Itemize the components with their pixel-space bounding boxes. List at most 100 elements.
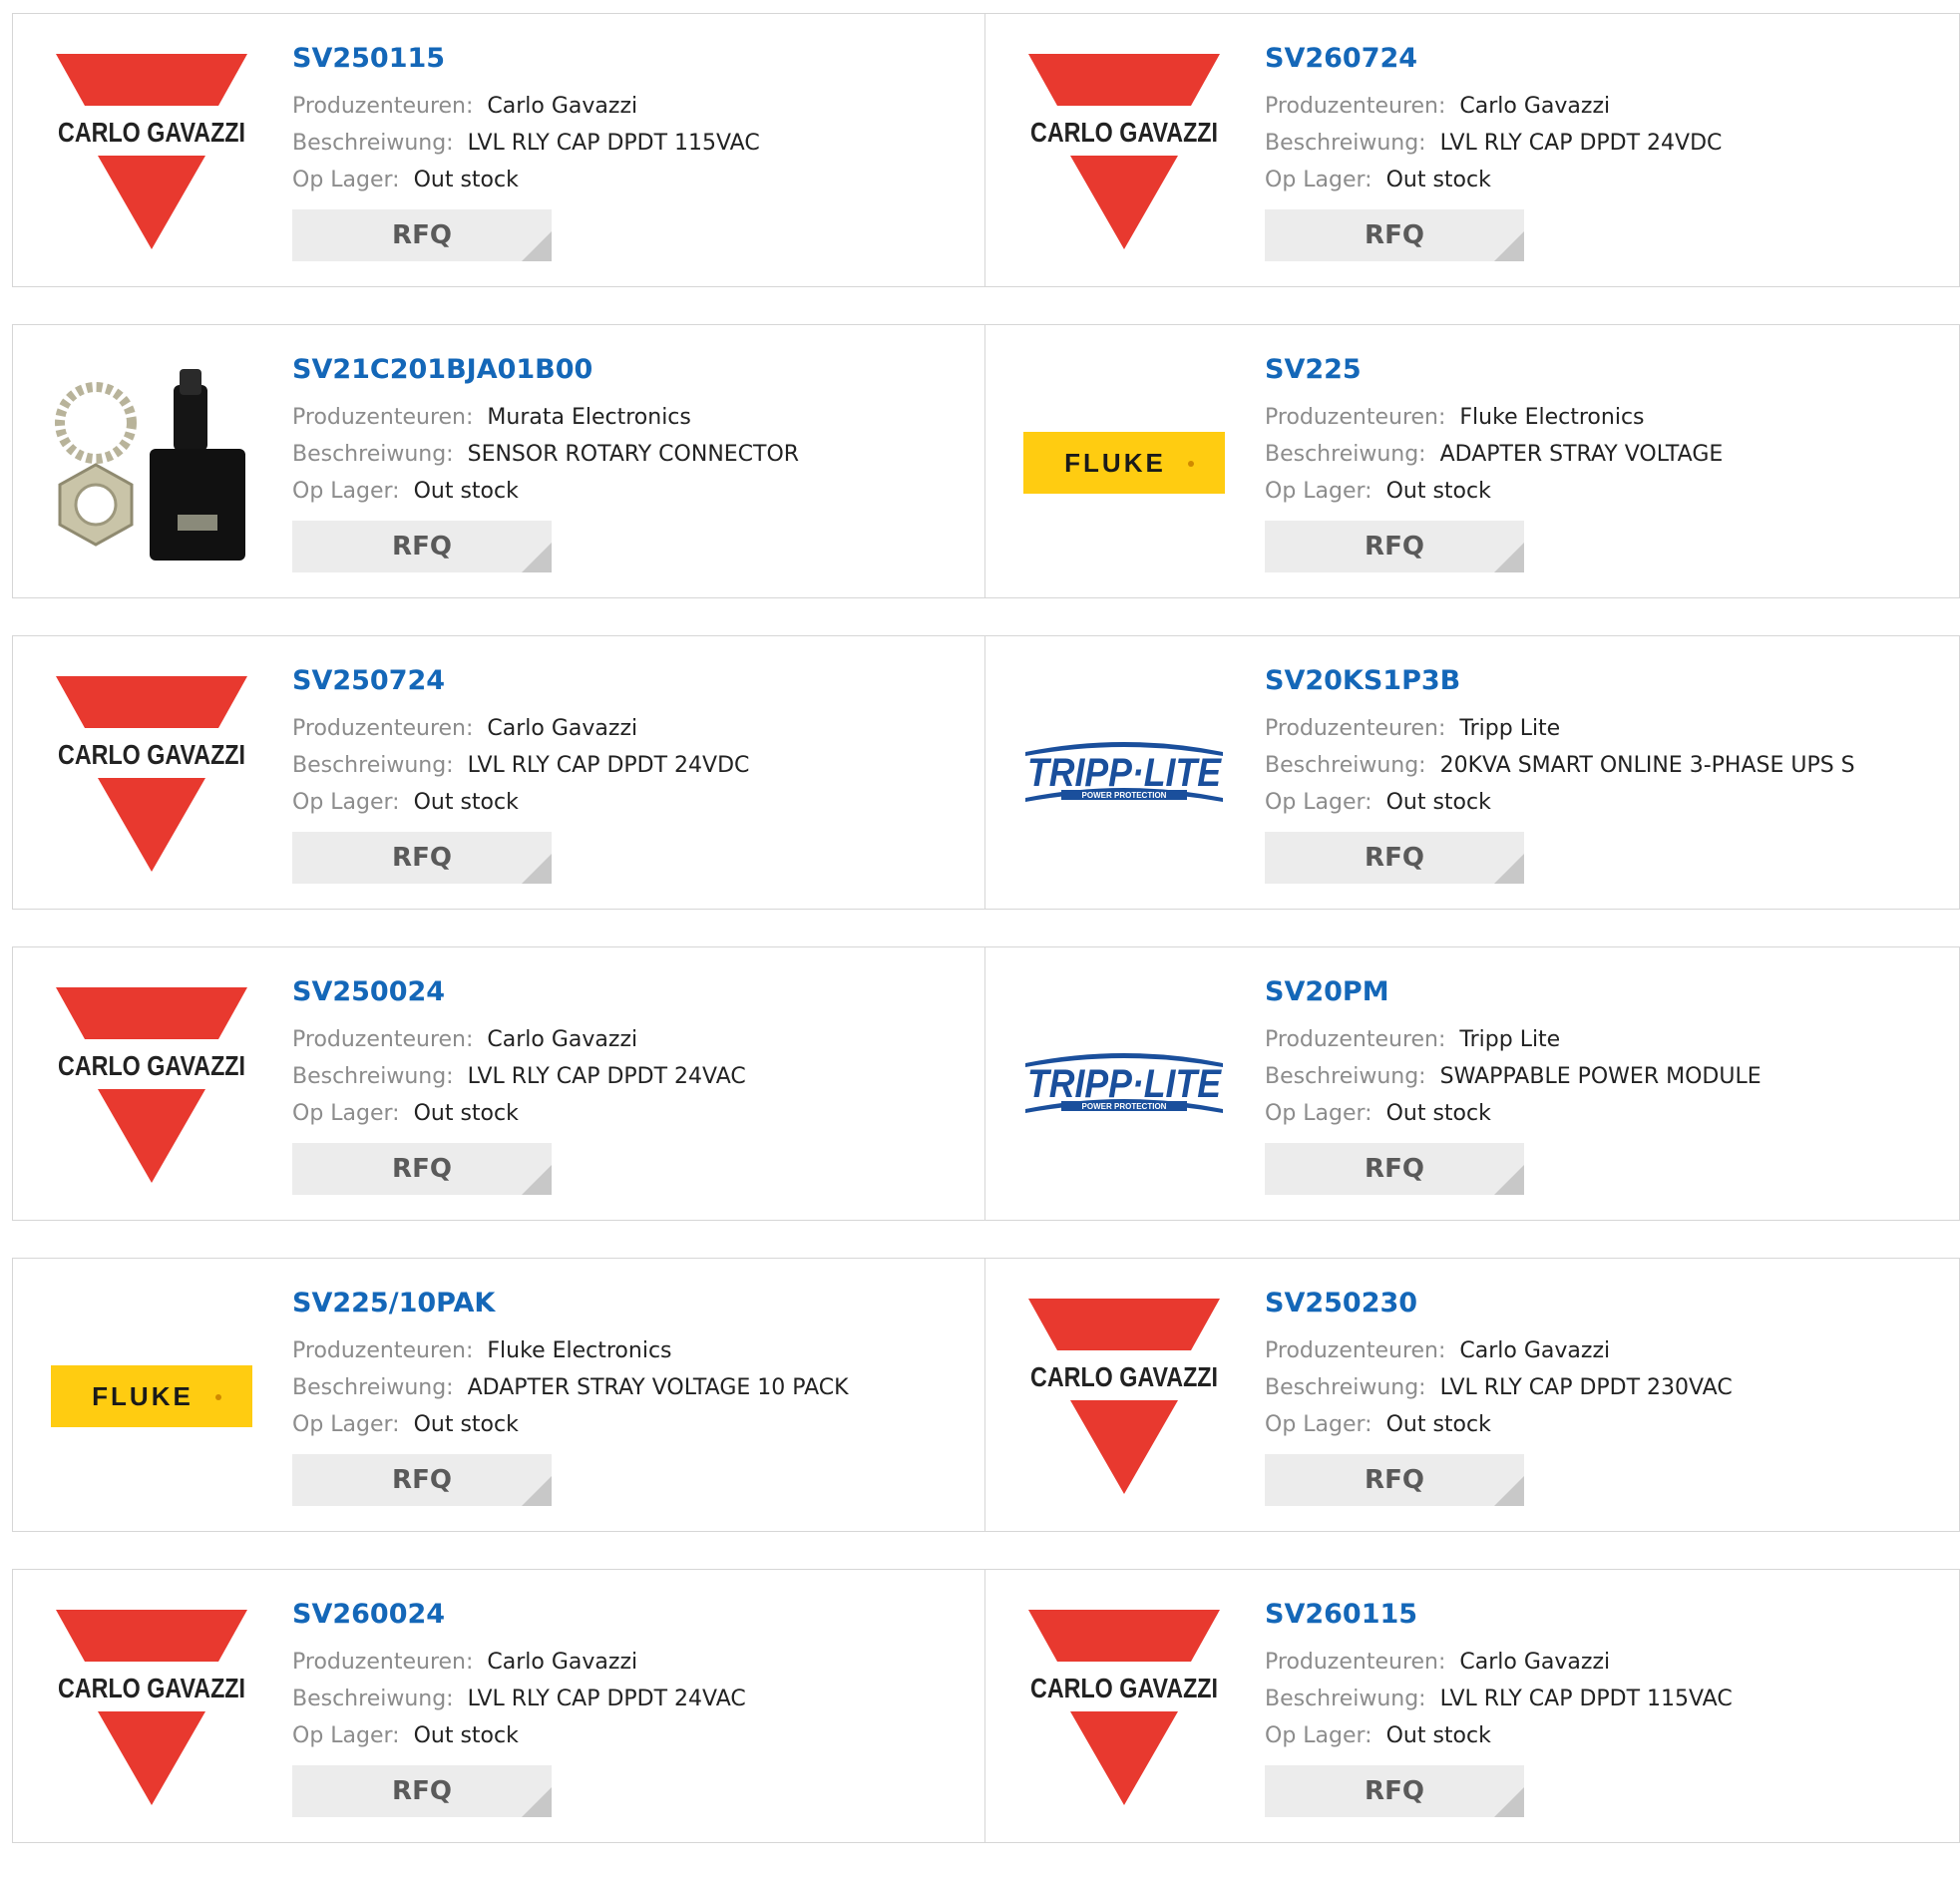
product-card: TRIPP·LITE POWER PROTECTION SV20KS1P3B P… xyxy=(985,635,1960,910)
part-number-link[interactable]: SV225 xyxy=(1265,353,1723,387)
description-label: Beschreiwung: xyxy=(1265,131,1426,156)
part-number-link[interactable]: SV20PM xyxy=(1265,975,1762,1009)
rfq-button[interactable]: RFQ xyxy=(1265,209,1524,261)
tripp-lite-logo-text: TRIPP·LITE xyxy=(1027,751,1222,795)
stock-label: Op Lager: xyxy=(1265,479,1372,504)
description-label: Beschreiwung: xyxy=(292,442,454,467)
description-value: 20KVA SMART ONLINE 3-PHASE UPS S xyxy=(1439,753,1855,778)
manufacturer-row: Produzenteuren: Tripp Lite xyxy=(1265,1021,1762,1058)
rfq-button[interactable]: RFQ xyxy=(1265,521,1524,572)
manufacturer-row: Produzenteuren: Carlo Gavazzi xyxy=(1265,88,1722,125)
stock-label: Op Lager: xyxy=(292,790,400,815)
description-value: LVL RLY CAP DPDT 24VAC xyxy=(467,1064,746,1089)
description-row: Beschreiwung: SWAPPABLE POWER MODULE xyxy=(1265,1058,1762,1095)
description-label: Beschreiwung: xyxy=(1265,1375,1426,1400)
part-number-link[interactable]: SV260024 xyxy=(292,1598,746,1632)
manufacturer-row: Produzenteuren: Fluke Electronics xyxy=(1265,399,1723,436)
stock-value: Out stock xyxy=(1385,479,1491,504)
stock-row: Op Lager: Out stock xyxy=(1265,1406,1733,1443)
description-value: LVL RLY CAP DPDT 24VDC xyxy=(1439,131,1723,156)
manufacturer-value: Carlo Gavazzi xyxy=(1459,1338,1611,1363)
description-row: Beschreiwung: 20KVA SMART ONLINE 3-PHASE … xyxy=(1265,747,1855,784)
manufacturer-value: Carlo Gavazzi xyxy=(1459,94,1611,119)
part-number-link[interactable]: SV250024 xyxy=(292,975,746,1009)
rfq-button-label: RFQ xyxy=(392,1154,452,1184)
rfq-button[interactable]: RFQ xyxy=(292,832,552,884)
rfq-button[interactable]: RFQ xyxy=(292,1143,552,1195)
stock-row: Op Lager: Out stock xyxy=(1265,162,1722,198)
description-value: LVL RLY CAP DPDT 115VAC xyxy=(467,131,760,156)
product-info: SV21C201BJA01B00 Produzenteuren: Murata E… xyxy=(292,353,799,572)
manufacturer-row: Produzenteuren: Murata Electronics xyxy=(292,399,799,436)
rfq-button-label: RFQ xyxy=(1365,1776,1424,1806)
rfq-button[interactable]: RFQ xyxy=(292,209,552,261)
stock-row: Op Lager: Out stock xyxy=(1265,473,1723,510)
corner-triangle-icon xyxy=(522,1476,552,1506)
manufacturer-logo: TRIPP·LITE POWER PROTECTION xyxy=(1023,987,1225,1183)
part-number-link[interactable]: SV260115 xyxy=(1265,1598,1733,1632)
rfq-button-label: RFQ xyxy=(392,1465,452,1495)
corner-triangle-icon xyxy=(1494,543,1524,572)
manufacturer-label: Produzenteuren: xyxy=(292,405,474,430)
part-number-link[interactable]: SV250115 xyxy=(292,42,760,76)
stock-row: Op Lager: Out stock xyxy=(292,473,799,510)
rfq-button[interactable]: RFQ xyxy=(292,1765,552,1817)
part-number-link[interactable]: SV250724 xyxy=(292,664,749,698)
stock-label: Op Lager: xyxy=(292,1723,400,1748)
stock-row: Op Lager: Out stock xyxy=(1265,1717,1733,1754)
product-card: CARLO GAVAZZI SV250024 Produzenteuren: Ca… xyxy=(12,946,985,1221)
description-row: Beschreiwung: ADAPTER STRAY VOLTAGE 10 PA… xyxy=(292,1369,849,1406)
tripp-lite-logo-subtext: POWER PROTECTION xyxy=(1082,1102,1167,1111)
description-row: Beschreiwung: LVL RLY CAP DPDT 24VDC xyxy=(1265,125,1722,162)
part-number-link[interactable]: SV225/10PAK xyxy=(292,1287,849,1320)
carlo-gavazzi-logo-text: CARLO GAVAZZI xyxy=(58,117,245,148)
manufacturer-value: Tripp Lite xyxy=(1459,716,1561,741)
carlo-gavazzi-logo: CARLO GAVAZZI xyxy=(1028,1299,1220,1494)
part-number-link[interactable]: SV250230 xyxy=(1265,1287,1733,1320)
fluke-logo: FLUKE xyxy=(51,1365,252,1427)
stock-row: Op Lager: Out stock xyxy=(292,162,760,198)
description-label: Beschreiwung: xyxy=(1265,442,1426,467)
manufacturer-label: Produzenteuren: xyxy=(1265,94,1446,119)
part-number-link[interactable]: SV21C201BJA01B00 xyxy=(292,353,799,387)
part-number-link[interactable]: SV20KS1P3B xyxy=(1265,664,1855,698)
manufacturer-row: Produzenteuren: Carlo Gavazzi xyxy=(292,1021,746,1058)
manufacturer-row: Produzenteuren: Carlo Gavazzi xyxy=(1265,1332,1733,1369)
manufacturer-label: Produzenteuren: xyxy=(292,94,474,119)
manufacturer-label: Produzenteuren: xyxy=(292,1650,474,1675)
product-info: SV250115 Produzenteuren: Carlo Gavazzi Be… xyxy=(292,42,760,261)
stock-label: Op Lager: xyxy=(1265,1101,1372,1126)
manufacturer-logo: CARLO GAVAZZI xyxy=(1023,1610,1225,1805)
stock-label: Op Lager: xyxy=(292,168,400,192)
corner-triangle-icon xyxy=(522,231,552,261)
stock-label: Op Lager: xyxy=(1265,1723,1372,1748)
product-row: CARLO GAVAZZI SV260024 Produzenteuren: Ca… xyxy=(12,1569,1960,1843)
manufacturer-row: Produzenteuren: Carlo Gavazzi xyxy=(292,710,749,747)
rfq-button[interactable]: RFQ xyxy=(1265,1765,1524,1817)
corner-triangle-icon xyxy=(1494,1165,1524,1195)
rfq-button[interactable]: RFQ xyxy=(292,1454,552,1506)
rfq-button[interactable]: RFQ xyxy=(1265,832,1524,884)
stock-label: Op Lager: xyxy=(292,1412,400,1437)
tripp-lite-logo: TRIPP·LITE POWER PROTECTION xyxy=(1025,742,1223,802)
corner-triangle-icon xyxy=(522,543,552,572)
description-value: SENSOR ROTARY CONNECTOR xyxy=(467,442,800,467)
rfq-button-label: RFQ xyxy=(1365,1465,1424,1495)
stock-row: Op Lager: Out stock xyxy=(292,1717,746,1754)
manufacturer-value: Carlo Gavazzi xyxy=(487,1650,638,1675)
carlo-gavazzi-logo-text: CARLO GAVAZZI xyxy=(1030,117,1218,148)
carlo-gavazzi-logo: CARLO GAVAZZI xyxy=(1028,1610,1220,1805)
product-card: FLUKE SV225 Produzenteuren: Fluke Electro… xyxy=(985,324,1960,598)
product-card: CARLO GAVAZZI SV260024 Produzenteuren: Ca… xyxy=(12,1569,985,1843)
part-number-link[interactable]: SV260724 xyxy=(1265,42,1722,76)
rfq-button[interactable]: RFQ xyxy=(292,521,552,572)
manufacturer-value: Fluke Electronics xyxy=(487,1338,672,1363)
description-label: Beschreiwung: xyxy=(292,1375,454,1400)
rfq-button-label: RFQ xyxy=(1365,220,1424,250)
product-card: CARLO GAVAZZI SV250724 Produzenteuren: Ca… xyxy=(12,635,985,910)
description-row: Beschreiwung: LVL RLY CAP DPDT 24VAC xyxy=(292,1681,746,1717)
rfq-button[interactable]: RFQ xyxy=(1265,1454,1524,1506)
manufacturer-value: Tripp Lite xyxy=(1459,1027,1561,1052)
rfq-button[interactable]: RFQ xyxy=(1265,1143,1524,1195)
stock-value: Out stock xyxy=(1385,1101,1491,1126)
